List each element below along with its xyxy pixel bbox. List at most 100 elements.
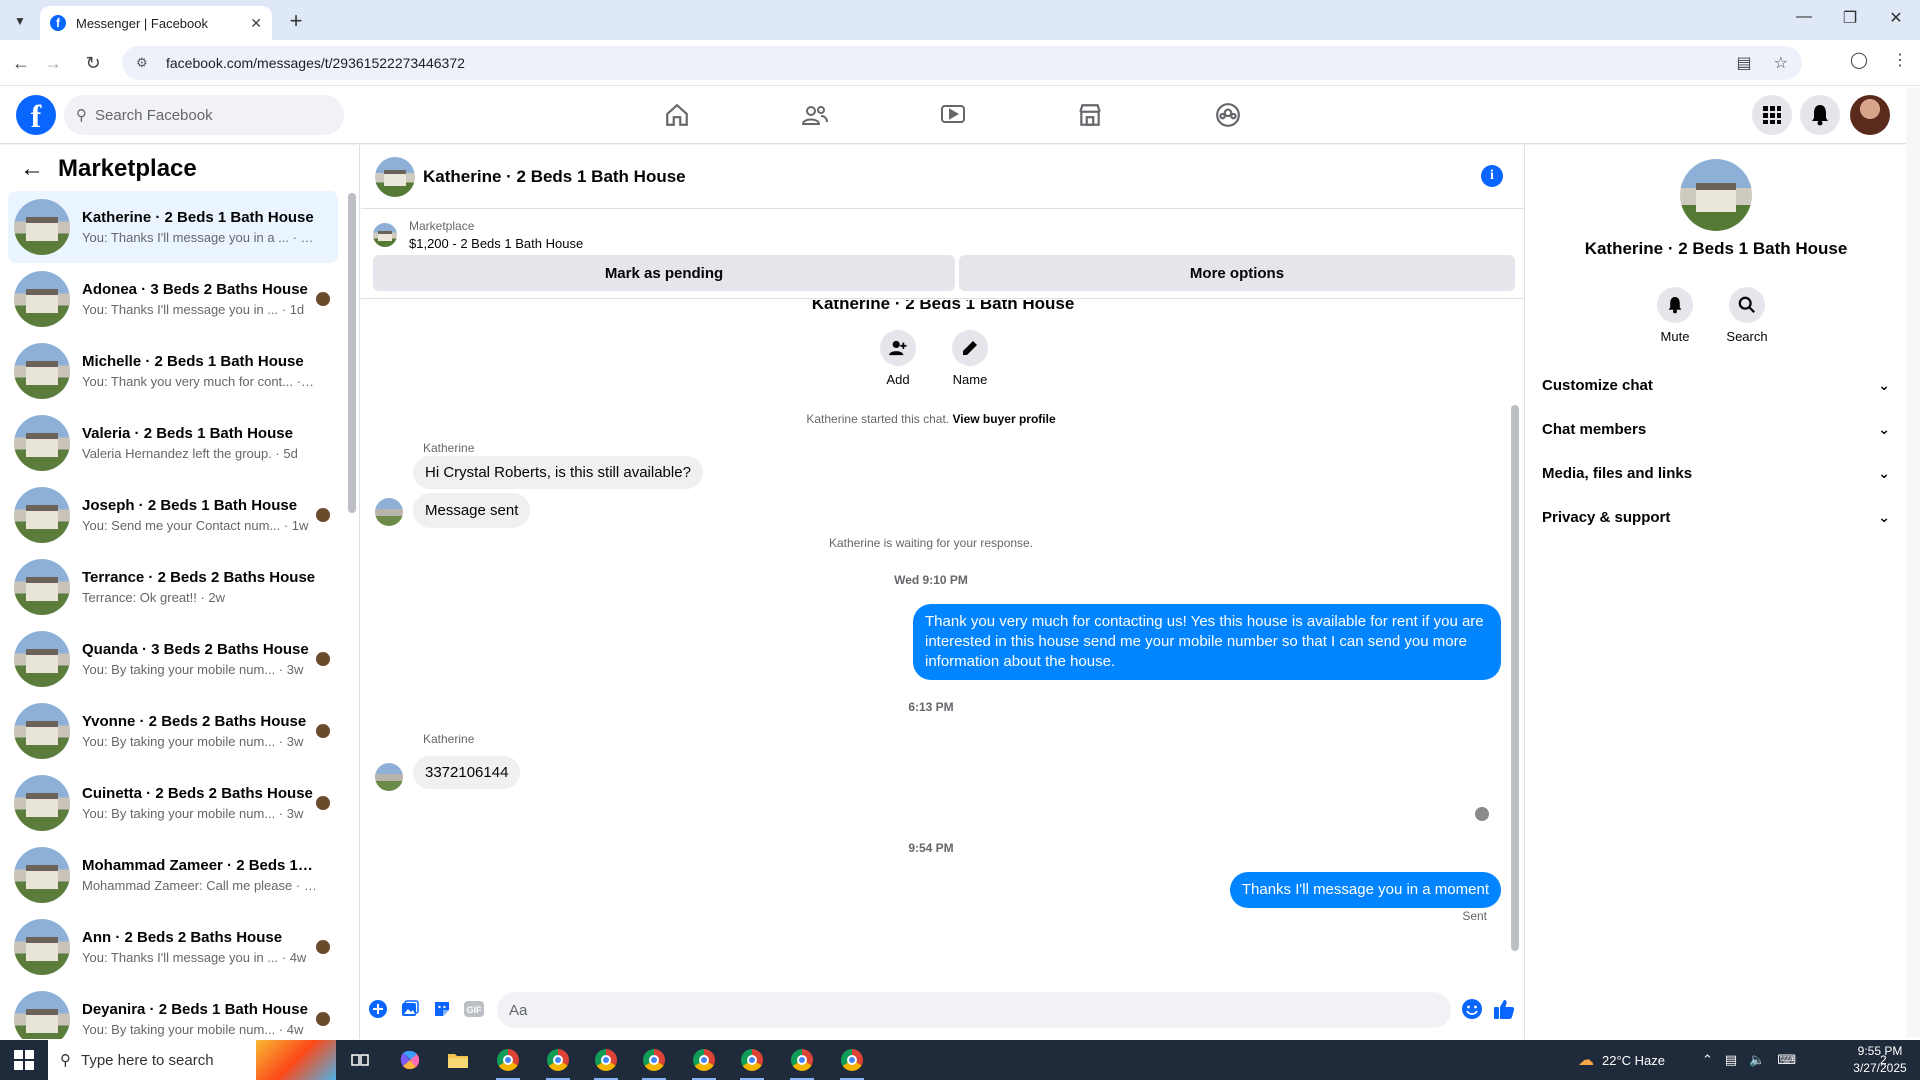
profile-icon[interactable]: ◯ [1850, 50, 1868, 70]
sidebar-scrollbar[interactable] [348, 193, 356, 513]
svg-text:GIF: GIF [467, 1005, 483, 1015]
minimize-icon[interactable]: — [1784, 8, 1824, 26]
page-scrollbar[interactable] [1906, 88, 1920, 1038]
conversation-item[interactable]: Valeria · 2 Beds 1 Bath House Valeria Her… [8, 407, 338, 479]
media-files-links-section[interactable]: Media, files and links ⌄ [1542, 455, 1890, 491]
conversation-item[interactable]: Mohammad Zameer · 2 Beds 1 B... Mohammad … [8, 839, 338, 911]
install-app-icon[interactable]: ▤ [1737, 53, 1752, 73]
sender-avatar[interactable] [375, 763, 403, 791]
home-icon[interactable] [657, 97, 697, 133]
volume-icon[interactable]: 🔈 [1749, 1052, 1765, 1068]
photo-icon[interactable] [399, 998, 421, 1020]
tab-search-chevron-icon[interactable]: ▼ [8, 10, 32, 32]
task-view-icon[interactable] [340, 1044, 380, 1076]
notification-center-button[interactable]: 2 [1880, 1040, 1887, 1080]
facebook-search[interactable]: ⚲ [64, 95, 344, 135]
windows-start-icon[interactable] [14, 1050, 34, 1070]
chrome-app-icon[interactable] [586, 1044, 626, 1080]
incoming-message[interactable]: 3372106144 [413, 756, 521, 789]
tab-close-icon[interactable]: ✕ [250, 15, 262, 32]
gif-icon[interactable]: GIF [463, 998, 485, 1020]
back-arrow-icon[interactable]: ← [8, 50, 34, 76]
chrome-app-icon[interactable] [488, 1044, 528, 1080]
name-chat-button[interactable]: Name [951, 330, 989, 387]
weather-widget[interactable]: ☁ 22°C Haze [1578, 1040, 1665, 1080]
keyboard-icon[interactable]: ⌨ [1777, 1052, 1796, 1068]
chat-avatar[interactable] [375, 156, 415, 197]
info-icon[interactable]: i [1481, 165, 1503, 187]
taskbar-search[interactable]: ⚲ [48, 1040, 256, 1080]
close-window-icon[interactable]: ✕ [1876, 8, 1916, 28]
chrome-app-icon[interactable] [634, 1044, 674, 1080]
marketplace-icon[interactable] [1070, 97, 1110, 133]
network-icon[interactable]: ▤ [1725, 1052, 1737, 1068]
notifications-bell-icon[interactable] [1800, 95, 1840, 135]
search-in-chat-button[interactable]: Search [1726, 287, 1768, 344]
friends-icon[interactable] [795, 97, 835, 133]
privacy-support-section[interactable]: Privacy & support ⌄ [1542, 499, 1890, 535]
copilot-icon[interactable] [390, 1044, 430, 1076]
more-options-button[interactable]: More options [959, 255, 1515, 291]
customize-chat-section[interactable]: Customize chat ⌄ [1542, 367, 1890, 403]
conversation-sidebar: ← Marketplace Katherine · 2 Beds 1 Bath … [0, 145, 360, 1039]
file-explorer-icon[interactable] [438, 1044, 478, 1076]
sender-avatar[interactable] [375, 498, 403, 526]
add-people-button[interactable]: Add [879, 330, 917, 387]
sticker-icon[interactable] [431, 998, 453, 1020]
mute-button[interactable]: Mute [1656, 287, 1694, 344]
back-arrow-icon[interactable]: ← [20, 155, 44, 183]
restore-icon[interactable]: ❐ [1830, 8, 1870, 28]
conversation-item[interactable]: Deyanira · 2 Beds 1 Bath House You: By ta… [8, 983, 338, 1039]
facebook-logo-icon[interactable]: f [16, 95, 56, 135]
bookmark-star-icon[interactable]: ☆ [1774, 53, 1788, 73]
conversation-item[interactable]: Terrance · 2 Beds 2 Baths House Terrance:… [8, 551, 338, 623]
sender-name: Katherine [423, 732, 475, 746]
conversation-name: Mohammad Zameer · 2 Beds 1 B... [82, 857, 317, 874]
view-buyer-profile-link[interactable]: View buyer profile [952, 412, 1055, 426]
chat-title[interactable]: Katherine · 2 Beds 1 Bath House [423, 167, 686, 187]
incoming-message[interactable]: Hi Crystal Roberts, is this still availa… [413, 456, 703, 489]
outgoing-message[interactable]: Thanks I'll message you in a moment [1229, 872, 1501, 908]
chrome-app-icon[interactable] [538, 1044, 578, 1080]
conversation-item[interactable]: Michelle · 2 Beds 1 Bath House You: Thank… [8, 335, 338, 407]
chrome-app-icon[interactable] [782, 1044, 822, 1080]
account-avatar[interactable] [1850, 95, 1890, 135]
plus-circle-icon[interactable] [367, 998, 389, 1020]
conversation-item[interactable]: Joseph · 2 Beds 1 Bath House You: Send me… [8, 479, 338, 551]
new-tab-button[interactable]: + [282, 8, 310, 36]
chrome-app-icon[interactable] [684, 1044, 724, 1080]
thumbs-up-icon[interactable] [1493, 998, 1515, 1020]
message-input[interactable] [509, 1001, 1389, 1019]
message-input-box[interactable] [497, 992, 1451, 1028]
emoji-icon[interactable] [1461, 998, 1483, 1020]
browser-menu-icon[interactable]: ⋮ [1892, 50, 1908, 70]
incoming-message[interactable]: Message sent [413, 493, 531, 528]
conversation-item[interactable]: Adonea · 3 Beds 2 Baths House You: Thanks… [8, 263, 338, 335]
conversation-item[interactable]: Katherine · 2 Beds 1 Bath House You: Than… [8, 191, 338, 263]
address-bar[interactable]: ⚙ facebook.com/messages/t/29361522273446… [122, 46, 1802, 80]
chrome-app-icon[interactable] [832, 1044, 872, 1080]
groups-gaming-icon[interactable] [1208, 97, 1248, 133]
conversation-item[interactable]: Quanda · 3 Beds 2 Baths House You: By tak… [8, 623, 338, 695]
chrome-app-icon[interactable] [732, 1044, 772, 1080]
listing-info[interactable]: Marketplace $1,200 - 2 Beds 1 Bath House [373, 219, 583, 251]
browser-tab-messenger[interactable]: f Messenger | Facebook ✕ [40, 6, 272, 40]
chat-scrollbar[interactable] [1511, 405, 1519, 951]
forward-arrow-icon[interactable]: → [40, 50, 66, 76]
taskbar-search-input[interactable] [81, 1051, 241, 1069]
mark-as-pending-button[interactable]: Mark as pending [373, 255, 955, 291]
facebook-search-input[interactable] [95, 106, 295, 124]
site-info-icon[interactable]: ⚙ [136, 55, 152, 71]
tray-chevron-up-icon[interactable]: ⌃ [1702, 1052, 1713, 1068]
conversation-item[interactable]: Ann · 2 Beds 2 Baths House You: Thanks I'… [8, 911, 338, 983]
search-highlight-art[interactable] [256, 1040, 336, 1080]
reload-icon[interactable]: ↻ [80, 50, 106, 76]
chevron-down-icon: ⌄ [1878, 508, 1890, 525]
conversation-item[interactable]: Cuinetta · 2 Beds 2 Baths House You: By t… [8, 767, 338, 839]
chat-members-section[interactable]: Chat members ⌄ [1542, 411, 1890, 447]
watch-video-icon[interactable] [933, 97, 973, 133]
outgoing-message[interactable]: Thank you very much for contacting us! Y… [913, 604, 1501, 680]
conversation-item[interactable]: Yvonne · 2 Beds 2 Baths House You: By tak… [8, 695, 338, 767]
chat-info-avatar[interactable] [1680, 159, 1752, 231]
menu-grid-icon[interactable] [1752, 95, 1792, 135]
